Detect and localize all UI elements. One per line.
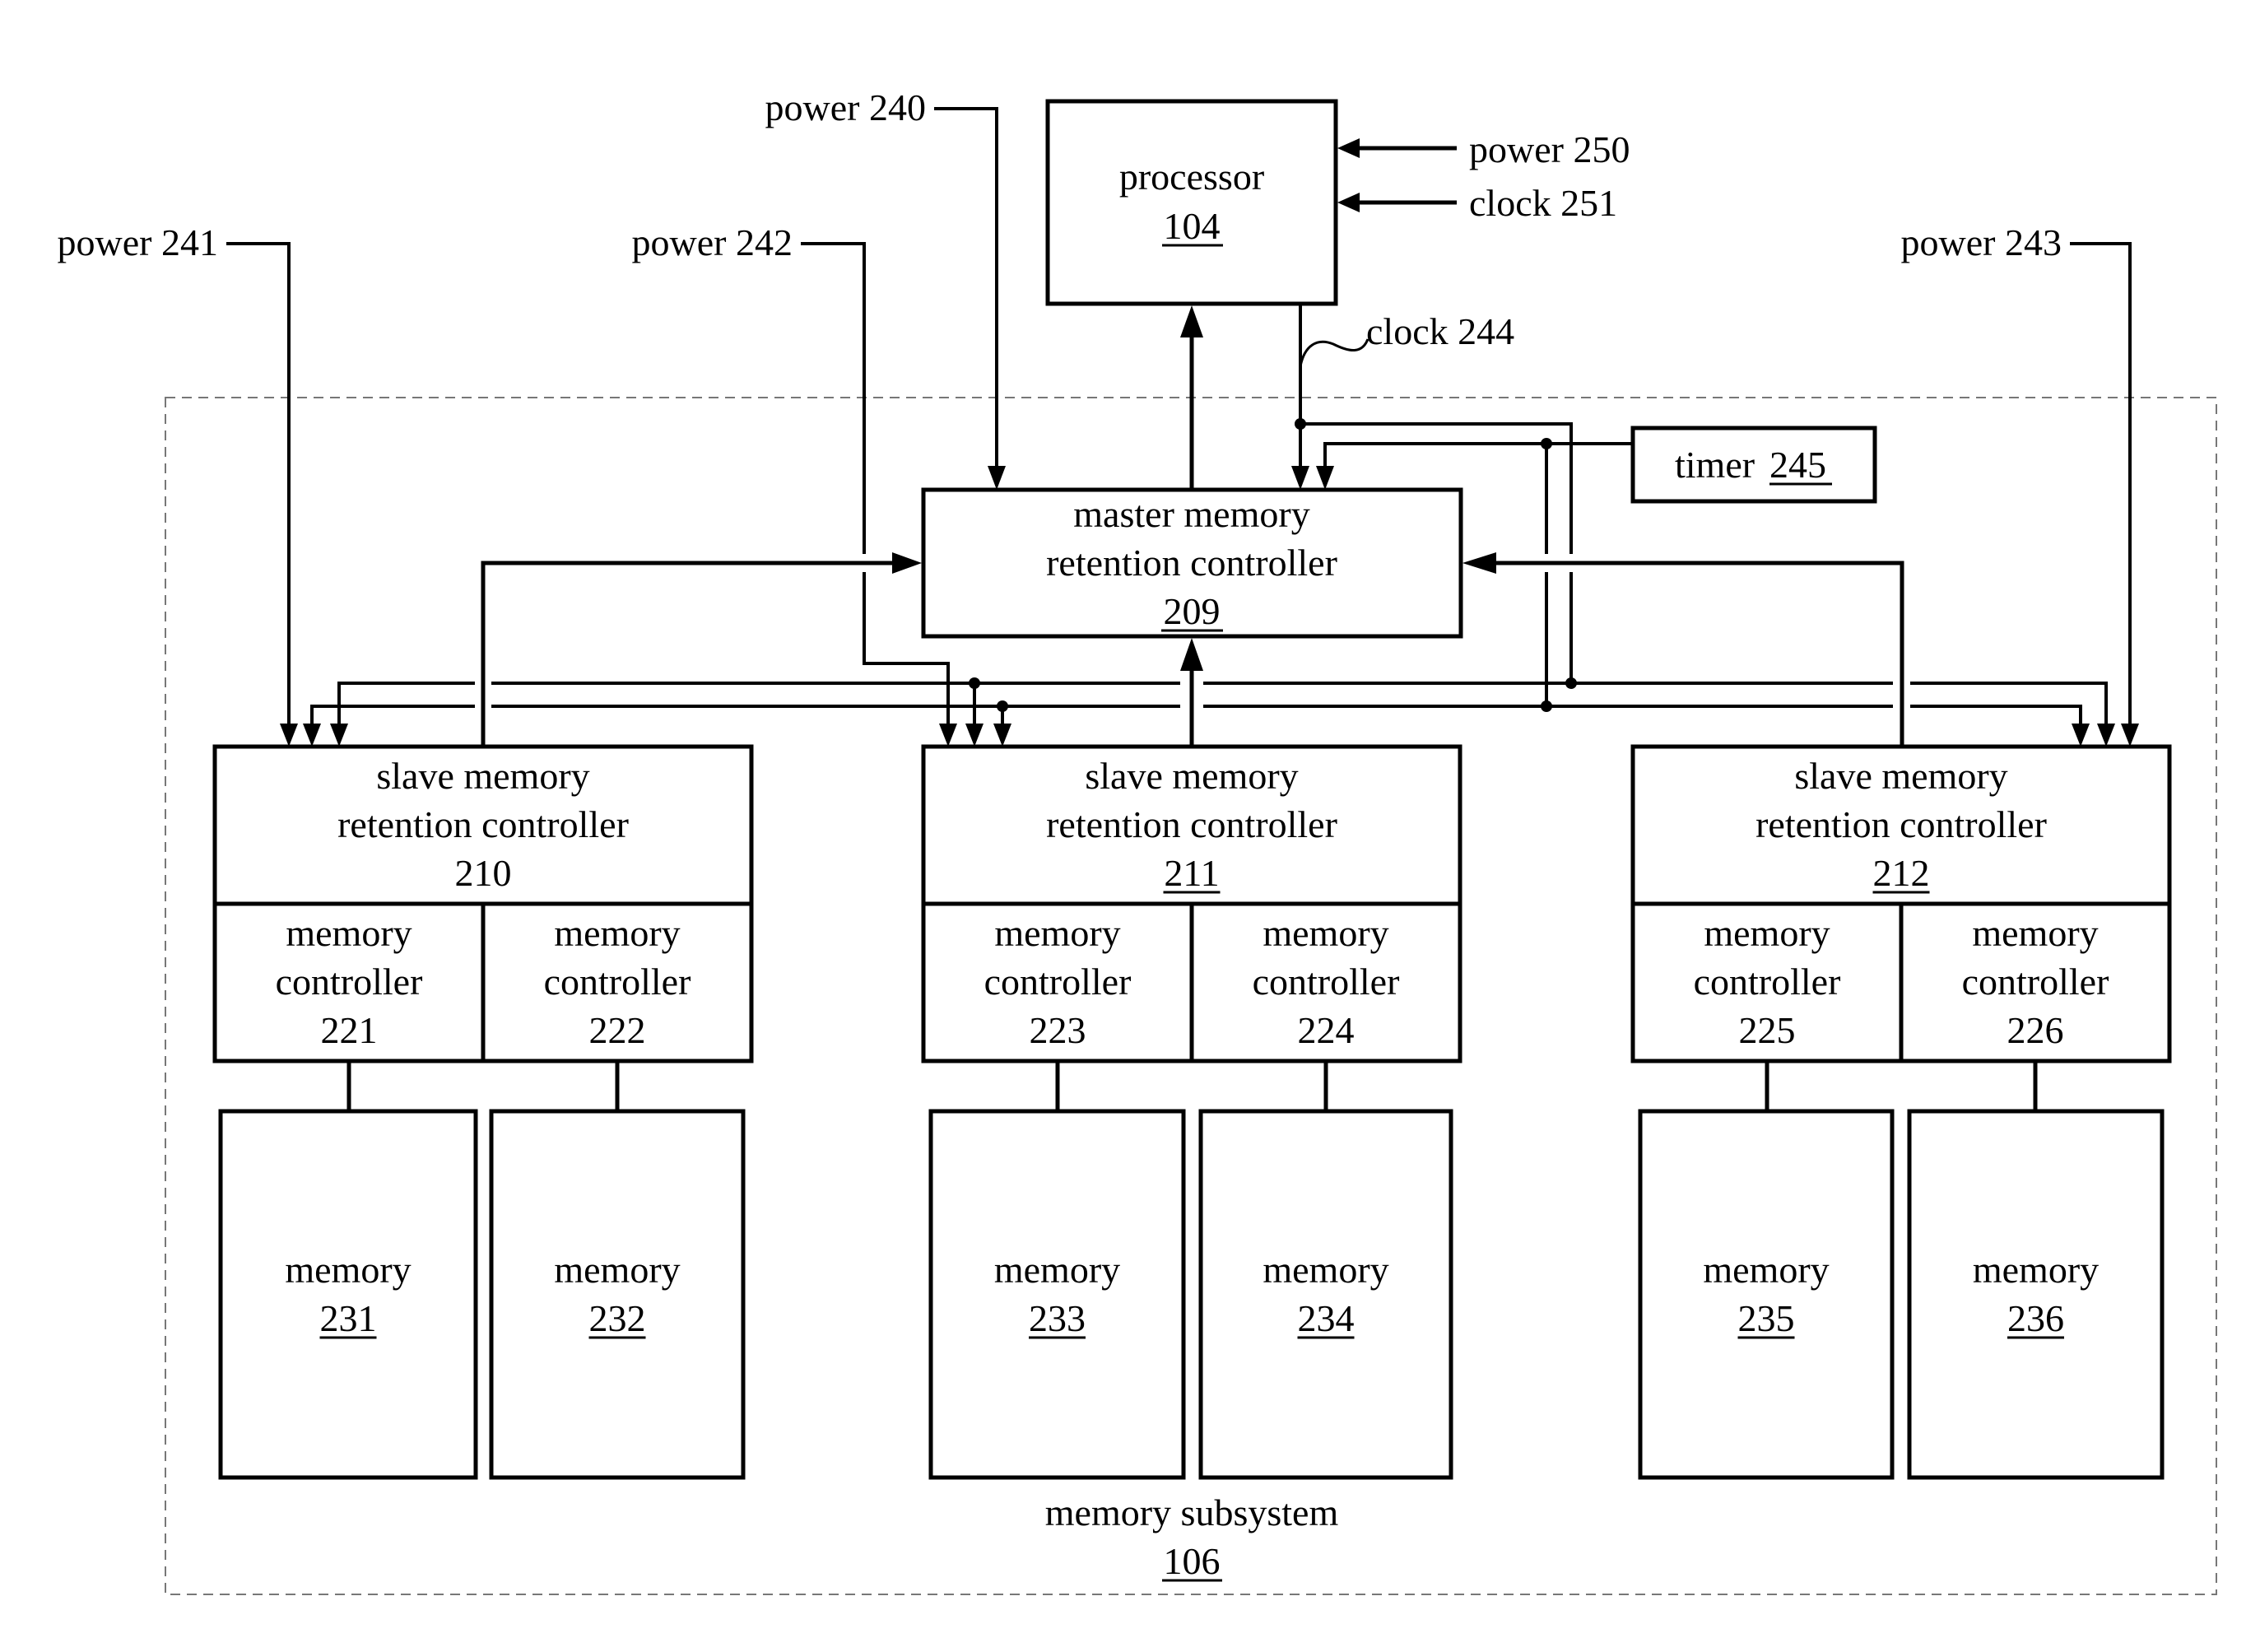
slave-memory-retention-controller-211[interactable]: slave memory retention controller 211	[921, 744, 1462, 906]
slave-line2: retention controller	[1046, 803, 1337, 845]
memory-controller-ref: 225	[1739, 1009, 1796, 1051]
memory-subsystem-label: memory subsystem	[1045, 1491, 1339, 1533]
power-241-signal: power 241	[58, 221, 291, 727]
memory-controller-226[interactable]: memory controller 226	[1899, 901, 2172, 1111]
slave-line1: slave memory	[1794, 755, 2007, 797]
master-ref: 209	[1164, 590, 1221, 632]
memory-ref: 231	[320, 1297, 377, 1339]
processor-label: processor	[1119, 156, 1264, 198]
arrowhead-icon	[1337, 138, 1360, 158]
memory-232[interactable]: memory 232	[489, 1109, 746, 1480]
timer-bus	[310, 700, 2082, 727]
memory-controller-225[interactable]: memory controller 225	[1630, 901, 1904, 1111]
slave-memory-retention-controller-210[interactable]: slave memory retention controller 210	[212, 744, 754, 906]
memory-233[interactable]: memory 233	[928, 1109, 1186, 1480]
slave-211-to-master-arrow	[1180, 638, 1203, 747]
memory-controller-line2: controller	[1694, 961, 1841, 1003]
master-memory-retention-controller[interactable]: master memory retention controller 209	[921, 487, 1463, 639]
power-243-signal: power 243	[1901, 221, 2132, 727]
slave-memory-retention-controller-212[interactable]: slave memory retention controller 212	[1630, 744, 2172, 906]
memory-label: memory	[1263, 1249, 1388, 1291]
memory-controller-line1: memory	[1263, 912, 1388, 954]
memory-controller-224[interactable]: memory controller 224	[1189, 901, 1462, 1111]
memory-controller-ref: 222	[589, 1009, 646, 1051]
memory-ref: 234	[1298, 1297, 1355, 1339]
power-243-label: power 243	[1901, 221, 2062, 263]
memory-ref: 235	[1738, 1297, 1795, 1339]
timer-ref: 245	[1769, 444, 1826, 486]
memory-ref: 236	[2007, 1297, 2064, 1339]
memory-controller-line1: memory	[286, 912, 412, 954]
clock-244-label: clock 244	[1366, 310, 1514, 352]
memory-label: memory	[1973, 1249, 2099, 1291]
memory-controller-223[interactable]: memory controller 223	[921, 901, 1194, 1111]
arrowhead-icon	[1291, 466, 1309, 490]
power-242-label: power 242	[632, 221, 793, 263]
memory-label: memory	[285, 1249, 411, 1291]
processor-ref: 104	[1164, 205, 1221, 247]
slave-ref: 211	[1164, 852, 1219, 894]
slave-input-arrowheads	[280, 724, 2139, 747]
arrowhead-icon	[1337, 193, 1360, 212]
memory-retention-diagram: memory subsystem 106 processor 104 power…	[58, 86, 2217, 1595]
memory-controller-line1: memory	[1704, 912, 1830, 954]
memory-label: memory	[554, 1249, 680, 1291]
memory-label: memory	[994, 1249, 1120, 1291]
power-250-label: power 250	[1469, 128, 1630, 170]
slave-ref: 210	[455, 852, 512, 894]
memory-controller-ref: 226	[2007, 1009, 2064, 1051]
power-240-label: power 240	[765, 86, 926, 128]
memory-controller-line1: memory	[554, 912, 680, 954]
memory-controller-line2: controller	[1962, 961, 2109, 1003]
clock-bus	[337, 677, 2108, 727]
memory-controller-line2: controller	[276, 961, 423, 1003]
master-line1: master memory	[1073, 493, 1309, 535]
timer-block[interactable]: timer 245	[1630, 426, 1877, 504]
timer-label: timer	[1675, 444, 1755, 486]
memory-subsystem-ref: 106	[1164, 1540, 1221, 1582]
memory-ref: 233	[1029, 1297, 1086, 1339]
clock-251-signal: clock 251	[1337, 182, 1617, 224]
power-250-signal: power 250	[1337, 128, 1630, 170]
slave-210-to-master-arrow	[481, 552, 922, 747]
slave-line1: slave memory	[1085, 755, 1298, 797]
master-to-processor-arrow	[1180, 305, 1203, 490]
memory-234[interactable]: memory 234	[1198, 1109, 1453, 1480]
power-242-signal: power 242	[632, 221, 950, 727]
memory-controller-line2: controller	[984, 961, 1132, 1003]
memory-controller-line1: memory	[1972, 912, 2098, 954]
master-line2: retention controller	[1046, 542, 1337, 584]
slave-line2: retention controller	[337, 803, 629, 845]
memory-controller-ref: 224	[1298, 1009, 1355, 1051]
memory-controller-line2: controller	[544, 961, 691, 1003]
memory-controller-ref: 223	[1030, 1009, 1086, 1051]
memory-235[interactable]: memory 235	[1638, 1109, 1895, 1480]
memory-231[interactable]: memory 231	[218, 1109, 478, 1480]
memory-controller-221[interactable]: memory controller 221	[212, 901, 486, 1111]
power-240-signal: power 240	[765, 86, 1006, 490]
slave-line2: retention controller	[1755, 803, 2047, 845]
memory-controller-222[interactable]: memory controller 222	[481, 901, 754, 1111]
memory-controller-line1: memory	[994, 912, 1120, 954]
memory-controller-ref: 221	[321, 1009, 378, 1051]
slave-212-to-master-arrow	[1462, 552, 1904, 747]
memory-controller-line2: controller	[1253, 961, 1400, 1003]
clock-251-label: clock 251	[1469, 182, 1617, 224]
memory-label: memory	[1703, 1249, 1829, 1291]
power-241-label: power 241	[58, 221, 218, 263]
memory-ref: 232	[589, 1297, 646, 1339]
memory-236[interactable]: memory 236	[1907, 1109, 2165, 1480]
processor-block[interactable]: processor 104	[1045, 99, 1338, 306]
slave-ref: 212	[1873, 852, 1930, 894]
slave-line1: slave memory	[376, 755, 589, 797]
